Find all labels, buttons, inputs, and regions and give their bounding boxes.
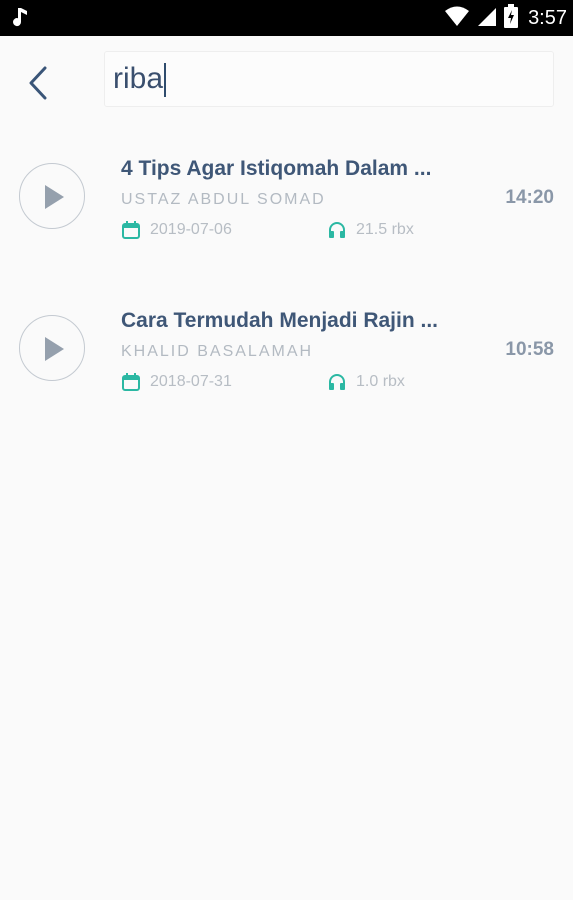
- play-button[interactable]: [19, 163, 85, 229]
- calendar-icon: [121, 372, 141, 392]
- item-title[interactable]: Cara Termudah Menjadi Rajin ...: [121, 309, 466, 333]
- battery-icon: [504, 3, 519, 33]
- item-duration: 14:20: [505, 187, 554, 208]
- list-item[interactable]: Cara Termudah Menjadi Rajin ... KHALID B…: [0, 292, 573, 444]
- search-input[interactable]: [113, 58, 543, 100]
- search-box: [104, 51, 554, 107]
- status-time: 3:57: [528, 6, 567, 29]
- item-date: 2018-07-31: [150, 373, 232, 390]
- play-icon: [45, 185, 64, 209]
- item-date: 2019-07-06: [150, 221, 232, 238]
- headphones-icon: [327, 372, 347, 392]
- item-duration: 10:58: [505, 339, 554, 360]
- status-bar: 3:57: [0, 0, 573, 36]
- item-author: KHALID BASALAMAH: [121, 343, 314, 360]
- play-button[interactable]: [19, 315, 85, 381]
- list-item[interactable]: 4 Tips Agar Istiqomah Dalam ... USTAZ AB…: [0, 140, 573, 292]
- status-icons: 3:57: [444, 0, 567, 36]
- signal-icon: [476, 5, 498, 32]
- music-note-icon: [12, 6, 32, 30]
- play-icon: [45, 337, 64, 361]
- headphones-icon: [327, 220, 347, 240]
- item-title[interactable]: 4 Tips Agar Istiqomah Dalam ...: [121, 157, 466, 181]
- calendar-icon: [121, 220, 141, 240]
- results-list: 4 Tips Agar Istiqomah Dalam ... USTAZ AB…: [0, 140, 573, 444]
- back-button[interactable]: [16, 56, 60, 106]
- item-listens: 1.0 rbx: [356, 373, 405, 390]
- item-author: USTAZ ABDUL SOMAD: [121, 191, 326, 208]
- item-listens: 21.5 rbx: [356, 221, 414, 238]
- wifi-icon: [444, 5, 470, 32]
- toolbar: [0, 36, 573, 126]
- chevron-left-icon: [29, 66, 47, 100]
- text-caret: [164, 63, 167, 97]
